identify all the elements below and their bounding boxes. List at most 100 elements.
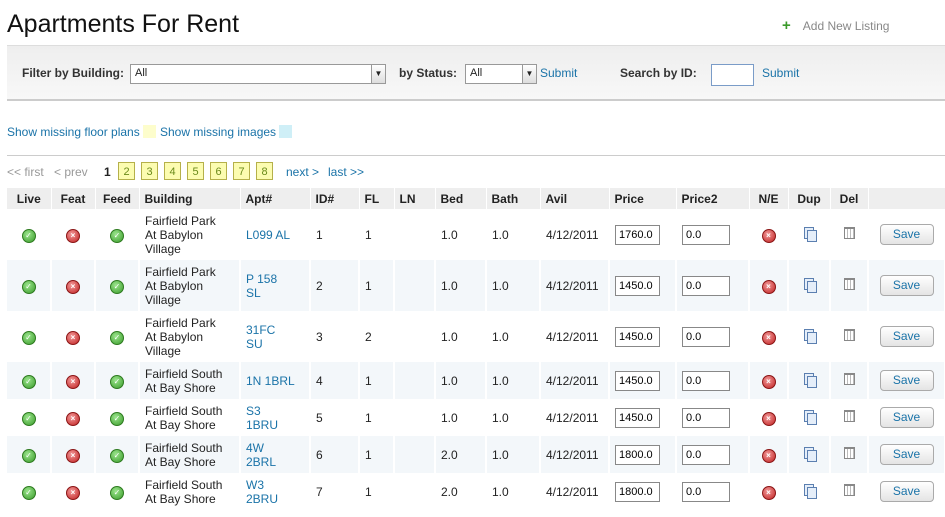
page-link[interactable]: 8: [256, 162, 273, 180]
apt-link[interactable]: W3: [246, 478, 309, 492]
price2-input[interactable]: [682, 275, 730, 296]
price-input[interactable]: [615, 407, 660, 428]
price-input[interactable]: [615, 224, 660, 245]
duplicate-icon[interactable]: [803, 328, 817, 344]
building-line: At Babylon: [145, 329, 204, 344]
page-link[interactable]: 2: [118, 162, 135, 180]
apt-link[interactable]: L099 AL: [246, 228, 309, 242]
page-link[interactable]: 6: [210, 162, 227, 180]
live-check-icon[interactable]: ✓: [21, 228, 36, 243]
column-header: N/E: [749, 188, 789, 209]
live-check-icon[interactable]: ✓: [21, 279, 36, 294]
ne-x-icon[interactable]: ×: [761, 330, 776, 345]
live-check-icon[interactable]: ✓: [21, 448, 36, 463]
page-link[interactable]: 4: [164, 162, 181, 180]
feat-x-icon[interactable]: ×: [66, 448, 80, 463]
trash-icon[interactable]: [843, 447, 855, 459]
price-input[interactable]: [615, 370, 660, 391]
feed-check-icon[interactable]: ✓: [110, 485, 124, 500]
price2-input[interactable]: [682, 370, 730, 391]
feat-x-icon[interactable]: ×: [66, 330, 80, 345]
live-check-icon[interactable]: ✓: [21, 485, 36, 500]
feed-check-icon[interactable]: ✓: [110, 448, 124, 463]
price2-input[interactable]: [682, 481, 730, 502]
feed-check-icon[interactable]: ✓: [110, 411, 124, 426]
apt-link[interactable]: 2BRU: [246, 492, 309, 506]
pager-last[interactable]: last >>: [328, 165, 364, 179]
duplicate-icon[interactable]: [803, 372, 817, 388]
save-button[interactable]: Save: [879, 224, 934, 245]
ne-x-icon[interactable]: ×: [761, 448, 776, 463]
save-button[interactable]: Save: [879, 275, 934, 296]
apt-link[interactable]: 4W: [246, 441, 309, 455]
building-line: At Bay Shore: [145, 417, 216, 432]
price-input[interactable]: [615, 481, 660, 502]
feat-x-icon[interactable]: ×: [66, 279, 80, 294]
save-button[interactable]: Save: [879, 444, 934, 465]
status-select[interactable]: All ▼: [465, 64, 537, 84]
apt-link[interactable]: SL: [246, 286, 309, 300]
feed-check-icon[interactable]: ✓: [110, 374, 124, 389]
price-input[interactable]: [615, 275, 660, 296]
apt-link[interactable]: 2BRL: [246, 455, 309, 469]
bed-cell: 1.0: [435, 209, 487, 260]
save-button[interactable]: Save: [879, 407, 934, 428]
feat-x-icon[interactable]: ×: [66, 485, 80, 500]
ne-x-icon[interactable]: ×: [761, 228, 776, 243]
duplicate-icon[interactable]: [803, 483, 817, 499]
trash-icon[interactable]: [843, 373, 855, 385]
show-missing-images-link[interactable]: Show missing images: [160, 125, 276, 139]
trash-icon[interactable]: [843, 410, 855, 422]
feat-x-icon[interactable]: ×: [66, 374, 80, 389]
feat-x-icon[interactable]: ×: [66, 228, 80, 243]
status-filter-label: by Status:: [399, 66, 458, 80]
search-id-submit-button[interactable]: Submit: [762, 66, 799, 80]
price2-input[interactable]: [682, 407, 730, 428]
apt-link[interactable]: 1BRU: [246, 418, 309, 432]
price2-input[interactable]: [682, 224, 730, 245]
price2-input[interactable]: [682, 444, 730, 465]
duplicate-icon[interactable]: [803, 277, 817, 293]
trash-icon[interactable]: [843, 329, 855, 341]
price-input[interactable]: [615, 444, 660, 465]
price2-input[interactable]: [682, 326, 730, 347]
show-missing-floor-plans-link[interactable]: Show missing floor plans: [7, 125, 140, 139]
ne-x-icon[interactable]: ×: [761, 279, 776, 294]
pager-prev[interactable]: < prev: [54, 165, 88, 179]
apt-link[interactable]: 1N 1BRL: [246, 374, 309, 388]
apt-link[interactable]: SU: [246, 337, 309, 351]
pager-first[interactable]: << first: [7, 165, 44, 179]
pager-next[interactable]: next >: [286, 165, 319, 179]
ne-x-icon[interactable]: ×: [761, 411, 776, 426]
plus-icon: +: [782, 17, 791, 34]
apt-link[interactable]: 31FC: [246, 323, 309, 337]
save-button[interactable]: Save: [879, 370, 934, 391]
feat-x-icon[interactable]: ×: [66, 411, 80, 426]
trash-icon[interactable]: [843, 278, 855, 290]
ne-x-icon[interactable]: ×: [761, 374, 776, 389]
live-check-icon[interactable]: ✓: [21, 411, 36, 426]
trash-icon[interactable]: [843, 227, 855, 239]
price-input[interactable]: [615, 326, 660, 347]
page-link[interactable]: 3: [141, 162, 158, 180]
feed-check-icon[interactable]: ✓: [110, 228, 124, 243]
duplicate-icon[interactable]: [803, 226, 817, 242]
feed-check-icon[interactable]: ✓: [110, 330, 124, 345]
ne-x-icon[interactable]: ×: [761, 485, 776, 500]
page-link[interactable]: 7: [233, 162, 250, 180]
live-check-icon[interactable]: ✓: [21, 374, 36, 389]
filter-submit-button[interactable]: Submit: [540, 66, 577, 80]
feed-check-icon[interactable]: ✓: [110, 279, 124, 294]
duplicate-icon[interactable]: [803, 446, 817, 462]
apt-link[interactable]: S3: [246, 404, 309, 418]
apt-link[interactable]: P 158: [246, 272, 309, 286]
search-id-input[interactable]: [711, 64, 754, 86]
add-new-listing-button[interactable]: + Add New Listing: [782, 17, 889, 34]
save-button[interactable]: Save: [879, 481, 934, 502]
live-check-icon[interactable]: ✓: [21, 330, 36, 345]
page-link[interactable]: 5: [187, 162, 204, 180]
building-select[interactable]: All ▼: [130, 64, 386, 84]
trash-icon[interactable]: [843, 484, 855, 496]
duplicate-icon[interactable]: [803, 409, 817, 425]
save-button[interactable]: Save: [879, 326, 934, 347]
